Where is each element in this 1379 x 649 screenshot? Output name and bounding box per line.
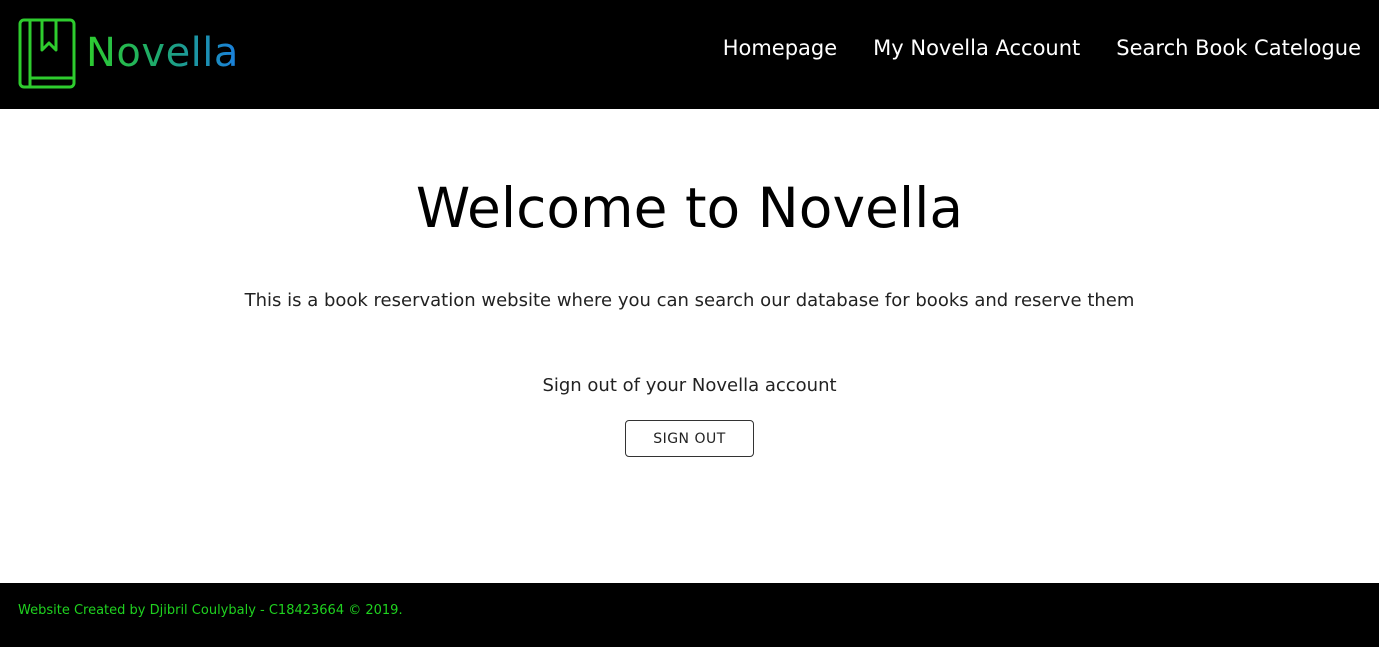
- site-footer: Website Created by Djibril Coulybaly - C…: [0, 583, 1379, 647]
- book-icon: [18, 18, 76, 89]
- nav-my-account[interactable]: My Novella Account: [873, 31, 1080, 65]
- site-header: Novella Homepage My Novella Account Sear…: [0, 0, 1379, 109]
- signout-prompt: Sign out of your Novella account: [542, 375, 837, 396]
- nav-search-catalogue[interactable]: Search Book Catelogue: [1116, 31, 1361, 65]
- sign-out-button[interactable]: SIGN OUT: [625, 420, 754, 457]
- nav-homepage[interactable]: Homepage: [723, 31, 837, 65]
- intro-text: This is a book reservation website where…: [244, 290, 1135, 311]
- footer-credit: Website Created by Djibril Coulybaly - C…: [18, 603, 403, 618]
- logo-link[interactable]: Novella: [18, 18, 239, 89]
- page-title: Welcome to Novella: [415, 176, 964, 240]
- main-nav: Homepage My Novella Account Search Book …: [723, 31, 1361, 65]
- logo-text: Novella: [86, 18, 239, 89]
- main-content: Welcome to Novella This is a book reserv…: [0, 109, 1379, 583]
